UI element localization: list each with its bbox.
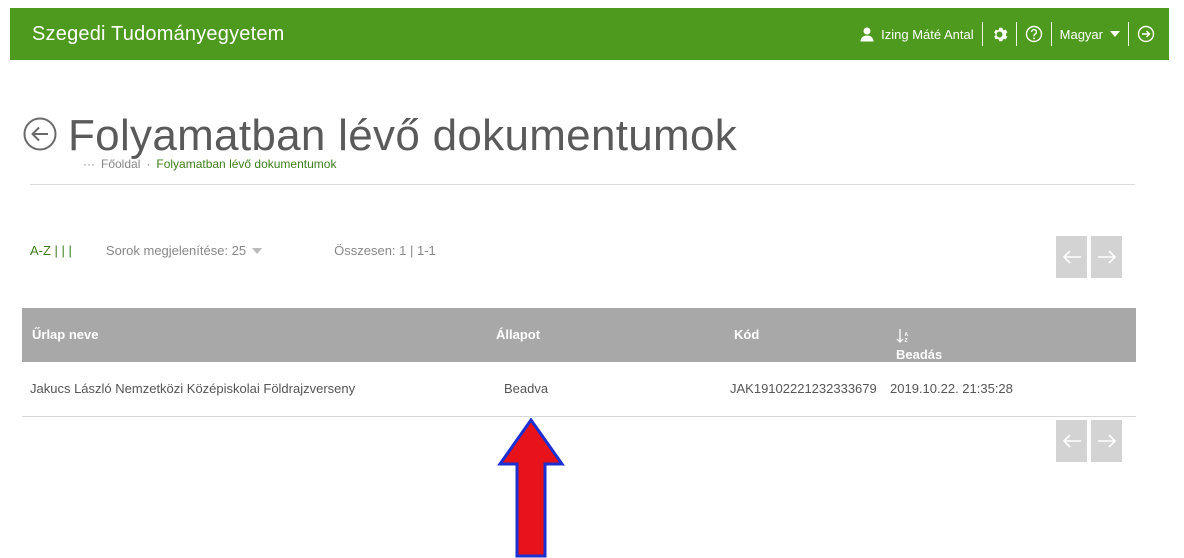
arrow-right-icon [1097, 250, 1116, 264]
rows-per-page-select[interactable]: Sorok megjelenítése: 25 [105, 243, 263, 258]
rows-per-page-label: Sorok megjelenítése: 25 [105, 243, 247, 258]
red-annotation-arrow-icon [497, 418, 565, 558]
help-icon[interactable] [1025, 25, 1043, 43]
breadcrumb-current: Folyamatban lévő dokumentumok [156, 157, 337, 171]
top-header-bar: Szegedi Tudományegyetem Izing Máté Antal… [10, 8, 1169, 60]
cell-form-name[interactable]: Jakucs László Nemzetközi Középiskolai Fö… [30, 362, 355, 416]
cell-date: 2019.10.22. 21:35:28 [890, 381, 1013, 396]
table-header: Űrlap neve Állapot Kód AZ Beadás dátuma [22, 308, 1136, 416]
breadcrumb-home-link[interactable]: Főoldal [101, 157, 140, 171]
user-menu[interactable]: Izing Máté Antal [859, 26, 974, 42]
prev-page-button[interactable] [1056, 236, 1087, 278]
documents-table: Űrlap neve Állapot Kód AZ Beadás dátuma … [22, 308, 1136, 417]
pager-bottom [1056, 420, 1122, 462]
breadcrumb-ellipsis[interactable]: ··· [83, 157, 95, 171]
next-page-button[interactable] [1091, 236, 1122, 278]
column-header-date[interactable]: AZ Beadás dátuma [896, 328, 942, 416]
breadcrumb-separator: · [146, 157, 151, 171]
logout-icon[interactable] [1137, 25, 1155, 43]
next-page-button[interactable] [1091, 420, 1122, 462]
user-icon [859, 26, 875, 42]
chevron-down-icon [252, 247, 263, 254]
arrow-left-icon [1062, 250, 1081, 264]
column-header-form-name[interactable]: Űrlap neve [32, 308, 98, 362]
arrow-left-icon [1062, 434, 1081, 448]
divider [1128, 22, 1129, 46]
language-select[interactable]: Magyar [1060, 27, 1120, 42]
page-header: Folyamatban lévő dokumentumok [22, 82, 737, 191]
breadcrumb: ··· Főoldal · Folyamatban lévő dokumentu… [83, 157, 336, 171]
table-row[interactable]: Jakucs László Nemzetközi Középiskolai Fö… [22, 362, 1136, 417]
divider [981, 22, 983, 46]
column-header-status[interactable]: Állapot [496, 308, 540, 362]
divider [1015, 22, 1017, 46]
cell-code: JAK19102221232333679 [730, 381, 877, 396]
sort-az-link[interactable]: A-Z | | | [30, 243, 72, 258]
page-title: Folyamatban lévő dokumentumok [68, 111, 738, 161]
total-count: Összesen: 1 | 1-1 [334, 243, 436, 258]
list-toolbar: A-Z | | | Sorok megjelenítése: 25 Összes… [30, 243, 436, 258]
back-arrow-icon[interactable] [22, 116, 58, 157]
chevron-down-icon [1110, 30, 1120, 38]
divider [1050, 22, 1052, 46]
column-header-code[interactable]: Kód [734, 308, 759, 362]
divider-line [30, 184, 1135, 185]
arrow-right-icon [1097, 434, 1116, 448]
prev-page-button[interactable] [1056, 420, 1087, 462]
pager-top [1056, 236, 1122, 278]
cell-status: Beadva [504, 381, 549, 396]
user-name: Izing Máté Antal [881, 26, 974, 42]
gear-icon[interactable] [991, 26, 1008, 43]
header-actions: Izing Máté Antal Magyar [859, 8, 1155, 60]
brand-name[interactable]: Szegedi Tudományegyetem [32, 8, 285, 60]
language-label: Magyar [1059, 26, 1103, 42]
